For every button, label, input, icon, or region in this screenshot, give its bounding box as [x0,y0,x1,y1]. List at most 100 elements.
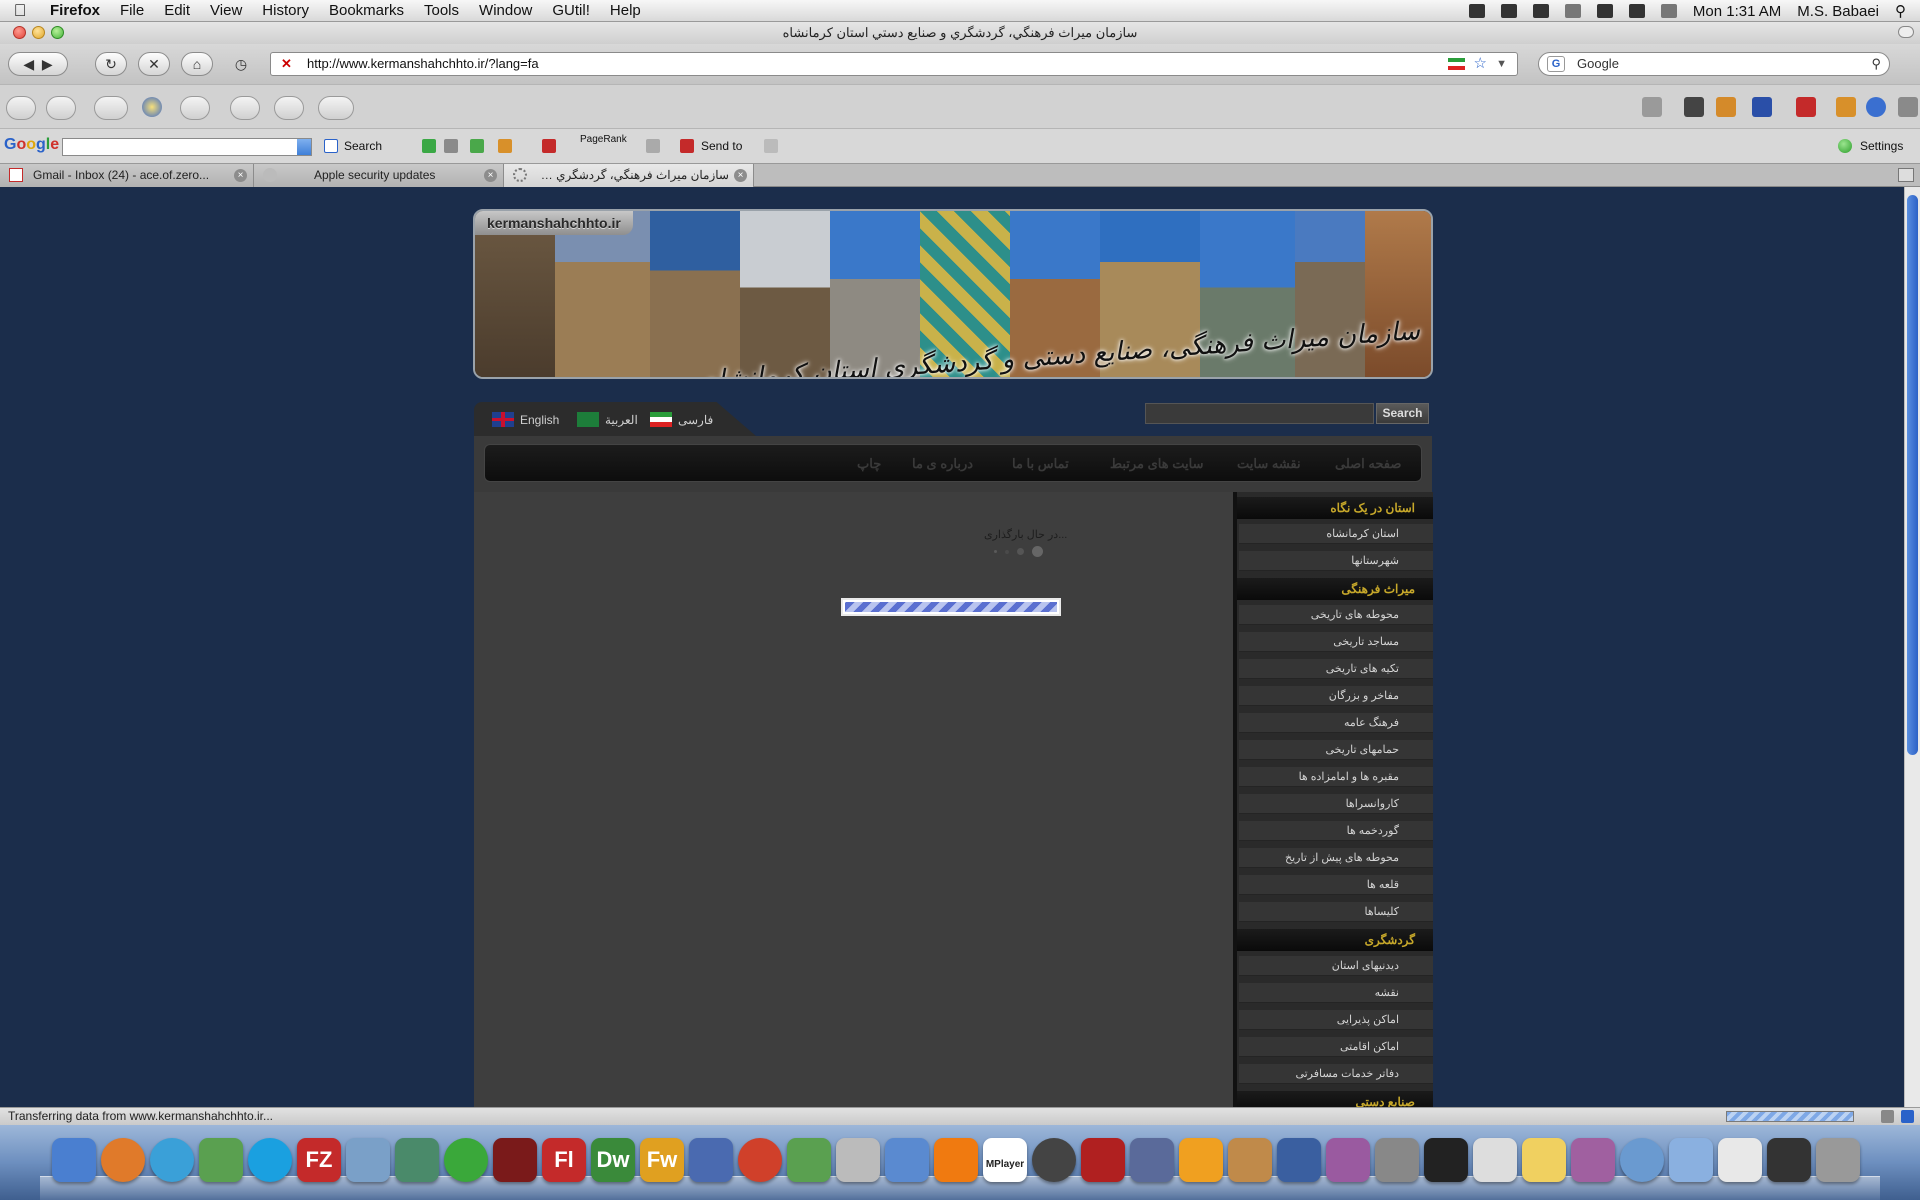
window-close-button[interactable] [13,26,26,39]
app-icon[interactable] [1326,1138,1370,1182]
app-icon[interactable] [1620,1138,1664,1182]
forward-arrow-icon[interactable]: ▶ [42,56,53,73]
app-icon[interactable] [1277,1138,1321,1182]
url-bar[interactable]: ✕ http://www.kermanshahchhto.ir/?lang=fa… [270,52,1518,76]
window-zoom-button[interactable] [51,26,64,39]
apple-menu-icon[interactable]:  [0,1,40,21]
status-menu-icon[interactable] [1532,4,1549,18]
system-preferences-icon[interactable] [1375,1138,1419,1182]
sidebar-link[interactable]: استان کرمانشاه [1239,524,1433,544]
menu-clock[interactable]: Mon 1:31 AM [1693,3,1781,20]
sidebar-link[interactable]: مقبره ها و امامزاده ها [1239,767,1433,787]
status-menu-icon[interactable] [1468,4,1485,18]
sidebar-link[interactable]: کاروانسراها [1239,794,1433,814]
vlc-icon[interactable] [934,1138,978,1182]
history-dropdown-button[interactable]: ◷ [225,52,257,76]
mplayer-icon[interactable]: MPlayer [983,1138,1027,1182]
sidebar-link[interactable]: محوطه های پیش از تاریخ [1239,848,1433,868]
app-icon[interactable] [493,1138,537,1182]
app-icon[interactable] [1571,1138,1615,1182]
tab-gmail[interactable]: Gmail - Inbox (24) - ace.of.zero... × [0,164,254,187]
sidebar-link[interactable]: دفاتر خدمات مسافرتی [1239,1064,1433,1084]
menu-gutil[interactable]: GUtil! [542,2,600,19]
trash-icon[interactable] [1816,1138,1860,1182]
site-search-button[interactable]: Search [1376,403,1429,424]
dreamweaver-icon[interactable]: Dw [591,1138,635,1182]
menu-tools[interactable]: Tools [414,2,469,19]
stop-loading-icon[interactable]: ✕ [281,53,292,75]
stickies-icon[interactable] [1522,1138,1566,1182]
nav-home[interactable]: صفحه اصلی [1335,456,1401,472]
google-g-icon[interactable] [324,139,338,153]
itunes-icon[interactable] [885,1138,929,1182]
bluetooth-icon[interactable] [1564,4,1581,18]
bookmark-star-icon[interactable]: ☆ [1474,53,1487,75]
status-menu-icon[interactable] [1500,4,1517,18]
toolbar-button[interactable] [318,96,354,120]
app-icon[interactable] [1130,1138,1174,1182]
close-tab-icon[interactable]: × [484,169,497,182]
app-icon[interactable] [395,1138,439,1182]
language-arabic[interactable]: العربية [577,412,638,427]
search-icon[interactable]: ⚲ [1871,53,1881,75]
google-search-button[interactable]: Search [344,139,382,153]
input-flag-icon[interactable] [1660,4,1677,18]
language-persian[interactable]: فارسی [650,412,713,427]
addon-icon[interactable] [1716,97,1736,117]
compass-icon[interactable] [142,97,162,117]
highlight-icon[interactable] [470,139,484,153]
window-minimize-button[interactable] [32,26,45,39]
sidebar-link[interactable]: فرهنگ عامه [1239,713,1433,733]
sidebar-link[interactable]: نقشه [1239,983,1433,1003]
toolbar-icon[interactable] [542,139,556,153]
pencil-icon[interactable] [764,139,778,153]
url-dropdown-icon[interactable]: ▼ [1496,53,1507,75]
terminal-icon[interactable] [1424,1138,1468,1182]
vertical-scrollbar[interactable] [1904,187,1920,1107]
sidebar-link[interactable]: اماکن پذیرایی [1239,1010,1433,1030]
sidebar-link[interactable]: قلعه ها [1239,875,1433,895]
sidebar-link[interactable]: کلیساها [1239,902,1433,922]
folder-icon[interactable] [1669,1138,1713,1182]
dvd-icon[interactable] [836,1138,880,1182]
finder-icon[interactable] [52,1138,96,1182]
sidebar-link[interactable]: دیدنیهای استان [1239,956,1433,976]
utorrent-icon[interactable] [444,1138,488,1182]
addon-icon[interactable] [1752,97,1772,117]
nav-about[interactable]: درباره ی ما [912,456,973,472]
toolbar-button[interactable] [180,96,210,120]
nav-sitemap[interactable]: نقشه سایت [1237,456,1301,472]
spotlight-icon[interactable]: ⚲ [1895,2,1906,20]
app-icon[interactable] [1081,1138,1125,1182]
nav-print[interactable]: چاپ [857,456,881,472]
app-icon[interactable] [346,1138,390,1182]
wifi-icon[interactable] [1596,4,1613,18]
dropdown-arrow-icon[interactable] [297,139,311,155]
addon-icon[interactable] [1642,97,1662,117]
sidebar-link[interactable]: محوطه های تاریخی [1239,605,1433,625]
back-arrow-icon[interactable]: ◀ [23,56,34,73]
menu-user[interactable]: M.S. Babaei [1797,3,1879,20]
site-search-input[interactable] [1145,403,1374,424]
site-domain-label[interactable]: kermanshahchhto.ir [475,211,633,235]
app-icon[interactable] [787,1138,831,1182]
url-text[interactable]: http://www.kermanshahchhto.ir/?lang=fa [307,56,539,71]
addon-icon[interactable] [1898,97,1918,117]
language-english[interactable]: English [492,412,559,427]
toolbar-icon[interactable] [498,139,512,153]
pagerank-indicator[interactable]: PageRank [580,134,627,145]
volume-icon[interactable] [1628,4,1645,18]
sidebar-link[interactable]: مساجد تاریخی [1239,632,1433,652]
app-icon[interactable] [1718,1138,1762,1182]
stop-button[interactable]: ✕ [138,52,170,76]
menu-view[interactable]: View [200,2,252,19]
home-button[interactable]: ⌂ [181,52,213,76]
nav-contact[interactable]: تماس با ما [1012,456,1069,472]
sidebar-link[interactable]: تکیه های تاریخی [1239,659,1433,679]
toolbar-button[interactable] [46,96,76,120]
menu-edit[interactable]: Edit [154,2,200,19]
windows-icon[interactable] [738,1138,782,1182]
menu-window[interactable]: Window [469,2,542,19]
quicktime-icon[interactable] [1032,1138,1076,1182]
nav-related-sites[interactable]: سایت های مرتبط [1110,456,1203,472]
